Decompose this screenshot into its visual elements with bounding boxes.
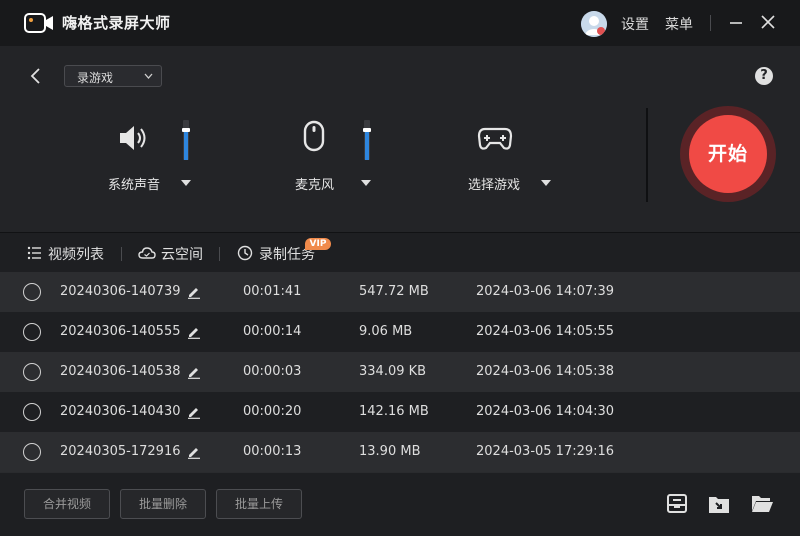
merge-videos-button[interactable]: 合并视频 [24,489,110,519]
tab-divider [121,247,122,261]
system-audio-label[interactable]: 系统声音 [108,174,160,193]
system-audio-volume-slider[interactable] [182,120,190,160]
row-select-radio[interactable] [23,323,41,341]
recording-control-panel: 录游戏 ? 系统声音 麦克风 选择游戏 开始 [0,46,800,232]
recording-size: 142.16 MB [359,404,429,419]
batch-delete-button[interactable]: 批量删除 [120,489,206,519]
recording-size: 9.06 MB [359,324,413,339]
settings-link[interactable]: 设置 [621,14,649,34]
recording-name: 20240306-140739 [60,284,181,299]
system-audio-volume-fill [184,130,188,160]
recording-duration: 00:01:41 [243,284,302,299]
edit-icon[interactable] [187,325,201,339]
recording-date: 2024-03-06 14:05:55 [476,324,615,339]
recording-name: 20240305-172916 [60,444,181,459]
help-icon[interactable]: ? [755,67,773,85]
row-select-radio[interactable] [23,443,41,461]
bottom-toolbar: 合并视频 批量删除 批量上传 [0,472,800,536]
batch-upload-button[interactable]: 批量上传 [216,489,302,519]
back-icon[interactable] [28,66,44,86]
table-row[interactable]: 20240306-140555 00:00:14 9.06 MB 2024-03… [0,312,800,352]
recording-size: 13.90 MB [359,444,421,459]
cloud-icon [138,247,156,259]
recording-date: 2024-03-06 14:04:30 [476,404,615,419]
list-icon [27,246,41,260]
title-bar: 嗨格式录屏大师 设置 菜单 [0,0,800,46]
tab-cloud-space[interactable]: 云空间 [161,244,203,264]
recording-size: 334.09 KB [359,364,427,379]
row-select-radio[interactable] [23,283,41,301]
row-select-radio[interactable] [23,363,41,381]
panel-divider [646,108,648,202]
mode-select-value: 录游戏 [77,71,114,85]
tab-bar: 视频列表 云空间 录制任务 VIP [0,232,800,272]
recording-name: 20240306-140555 [60,324,181,339]
recording-duration: 00:00:20 [243,404,302,419]
recording-date: 2024-03-05 17:29:16 [476,444,615,459]
vip-badge: VIP [305,238,331,250]
speaker-icon[interactable] [117,122,153,154]
tab-video-list[interactable]: 视频列表 [48,244,104,264]
recording-size: 547.72 MB [359,284,429,299]
app-logo-icon [24,13,53,33]
table-row[interactable]: 20240306-140430 00:00:20 142.16 MB 2024-… [0,392,800,432]
edit-icon[interactable] [187,285,201,299]
recording-name: 20240306-140430 [60,404,181,419]
recording-duration: 00:00:03 [243,364,302,379]
edit-icon[interactable] [187,365,201,379]
gamepad-icon[interactable] [477,124,513,152]
app-title: 嗨格式录屏大师 [62,14,171,32]
recording-duration: 00:00:14 [243,324,302,339]
select-game-label[interactable]: 选择游戏 [468,174,520,193]
close-icon[interactable] [758,12,778,32]
system-audio-volume-knob[interactable] [182,128,190,132]
table-row[interactable]: 20240306-140538 00:00:03 334.09 KB 2024-… [0,352,800,392]
microphone-volume-fill [365,130,369,160]
table-row[interactable]: 20240305-172916 00:00:13 13.90 MB 2024-0… [0,432,800,472]
folder-icon[interactable] [750,493,774,515]
start-recording-button[interactable]: 开始 [689,115,767,193]
row-select-radio[interactable] [23,403,41,421]
minimize-icon[interactable] [726,12,746,32]
select-game-dropdown-arrow[interactable] [541,180,551,186]
edit-icon[interactable] [187,405,201,419]
recording-list: 20240306-140739 00:01:41 547.72 MB 2024-… [0,272,800,472]
menu-link[interactable]: 菜单 [665,14,693,34]
tab-divider [219,247,220,261]
clock-icon [237,245,253,261]
recording-date: 2024-03-06 14:05:38 [476,364,615,379]
recording-duration: 00:00:13 [243,444,302,459]
mode-select[interactable]: 录游戏 [64,65,162,87]
avatar[interactable] [581,11,607,37]
recording-name: 20240306-140538 [60,364,181,379]
recording-date: 2024-03-06 14:07:39 [476,284,615,299]
microphone-volume-knob[interactable] [363,128,371,132]
archive-icon[interactable] [665,493,689,515]
system-audio-dropdown-arrow[interactable] [181,180,191,186]
export-icon[interactable] [707,493,731,515]
titlebar-divider [710,15,711,31]
avatar-icon [581,11,607,37]
chevron-down-icon [144,73,153,79]
table-row[interactable]: 20240306-140739 00:01:41 547.72 MB 2024-… [0,272,800,312]
edit-icon[interactable] [187,445,201,459]
mouse-icon[interactable] [302,120,326,156]
microphone-label[interactable]: 麦克风 [295,174,334,193]
microphone-dropdown-arrow[interactable] [361,180,371,186]
microphone-volume-slider[interactable] [363,120,371,160]
